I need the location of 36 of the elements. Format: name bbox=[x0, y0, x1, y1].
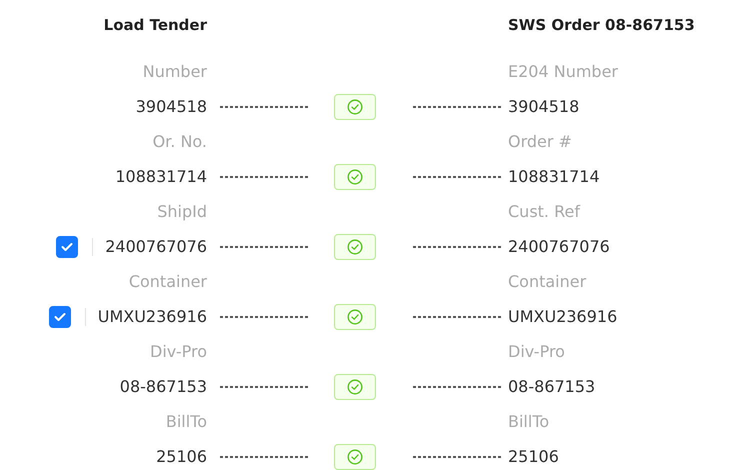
field-value: 108831714 bbox=[115, 166, 207, 188]
field-label: Or. No. bbox=[152, 131, 207, 153]
field-label: E204 Number bbox=[508, 61, 618, 83]
check-circle-icon bbox=[347, 239, 363, 255]
field-label: Div-Pro bbox=[508, 341, 565, 363]
field-value: 25106 bbox=[156, 446, 207, 468]
field-value: 3904518 bbox=[508, 96, 580, 118]
field-label: Container bbox=[128, 271, 207, 293]
checkmark-icon bbox=[61, 242, 74, 252]
field-value: 08-867153 bbox=[508, 376, 596, 398]
column-heading: SWS Order 08-867153 bbox=[508, 15, 695, 36]
check-circle-icon bbox=[347, 169, 363, 185]
field-value: UMXU236916 bbox=[508, 306, 618, 328]
field-label: Container bbox=[508, 271, 586, 293]
field-value: 08-867153 bbox=[120, 376, 207, 398]
field-value: 25106 bbox=[508, 446, 559, 468]
field-label: ShipId bbox=[157, 201, 207, 223]
field-label: BillTo bbox=[508, 411, 550, 433]
field-value: UMXU236916 bbox=[98, 306, 207, 328]
check-circle-icon bbox=[347, 449, 363, 465]
checkbox[interactable] bbox=[56, 236, 78, 258]
field-label: Number bbox=[142, 61, 207, 83]
field-value: 108831714 bbox=[508, 166, 600, 188]
field-label: Div-Pro bbox=[150, 341, 207, 363]
field-value: 2400767076 bbox=[105, 236, 207, 258]
field-value: 2400767076 bbox=[508, 236, 610, 258]
check-circle-icon bbox=[347, 99, 363, 115]
field-value: 3904518 bbox=[136, 96, 207, 118]
checkbox[interactable] bbox=[48, 306, 71, 328]
field-label: Cust. Ref bbox=[508, 201, 580, 223]
field-label: Order # bbox=[508, 131, 572, 153]
check-circle-icon bbox=[347, 379, 363, 395]
field-label: BillTo bbox=[166, 411, 207, 433]
column-heading: Load Tender bbox=[104, 15, 207, 36]
check-circle-icon bbox=[347, 309, 363, 325]
checkmark-icon bbox=[54, 312, 66, 322]
